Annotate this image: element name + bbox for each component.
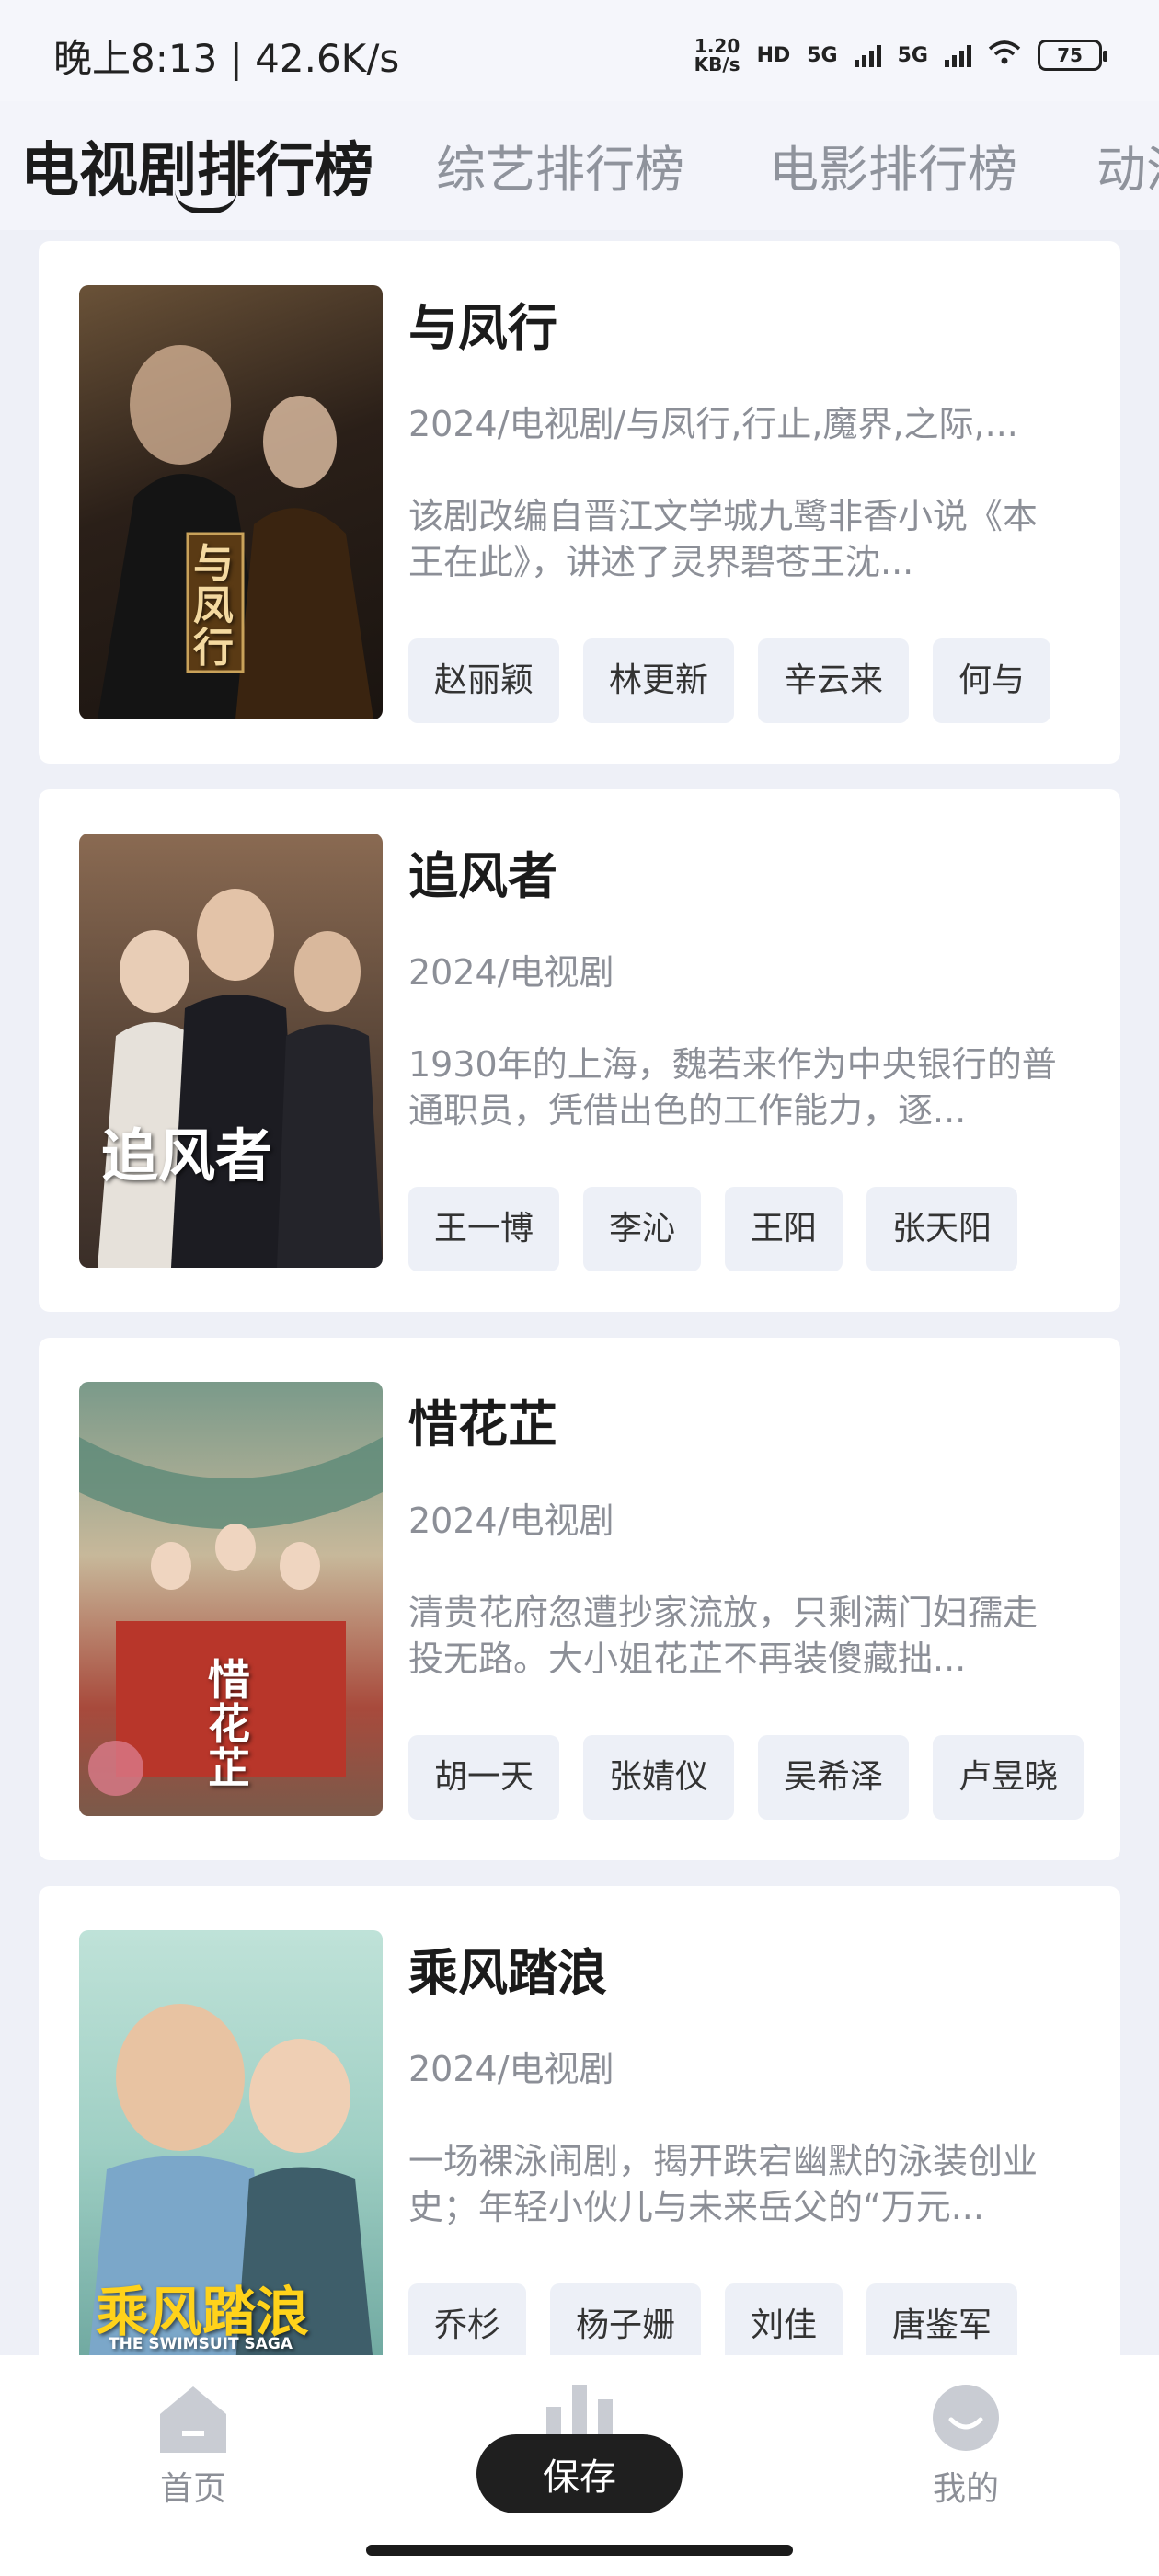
cast-tag[interactable]: 卢昱晓 <box>933 1735 1084 1820</box>
drama-description: 该剧改编自晋江文学城九鹭非香小说《本王在此》，讲述了灵界碧苍王沈... <box>408 496 1039 582</box>
hd-icon: HD <box>756 43 791 67</box>
network-speed: 1.20 KB/s <box>694 35 740 75</box>
signal-icon-2 <box>945 43 971 67</box>
drama-title: 与凤行 <box>408 299 557 357</box>
drama-meta: 2024/电视剧 <box>408 1501 614 1541</box>
nav-mine-label: 我的 <box>932 2470 999 2508</box>
nav-mine[interactable]: 我的 <box>874 2383 1058 2510</box>
cast-tag[interactable]: 王阳 <box>725 1187 843 1271</box>
cast-tag[interactable]: 何与 <box>933 638 1051 723</box>
nav-home-label: 首页 <box>159 2470 226 2508</box>
poster-image: 追风者 <box>79 834 383 1268</box>
cast-tag[interactable]: 辛云来 <box>758 638 910 723</box>
drama-card[interactable]: 乘风踏浪 THE SWIMSUIT SAGA 乘风踏浪 2024/电视剧 一场裸… <box>39 1886 1120 2409</box>
cast-tag-list: 胡一天 张婧仪 吴希泽 卢昱晓 <box>408 1735 1120 1822</box>
wifi-icon <box>988 40 1021 71</box>
bottom-navigation: 首页 保存 我的 <box>0 2355 1159 2576</box>
drama-description: 一场裸泳闹剧，揭开跌宕幽默的泳装创业史；年轻小伙儿与未来岳父的“万元... <box>408 2141 1039 2227</box>
poster-image: 乘风踏浪 THE SWIMSUIT SAGA <box>79 1930 383 2364</box>
cast-tag[interactable]: 林更新 <box>583 638 735 723</box>
battery-icon: 75 <box>1038 40 1107 71</box>
drama-title: 惜花芷 <box>408 1396 557 1454</box>
poster-image: 与凤行 <box>79 285 383 719</box>
poster-image: 惜花芷 <box>79 1382 383 1816</box>
active-tab-indicator <box>175 190 237 213</box>
cast-tag-list: 王一博 李沁 王阳 张天阳 <box>408 1187 1120 1273</box>
ranking-icon <box>546 2385 613 2440</box>
cast-tag[interactable]: 胡一天 <box>408 1735 560 1820</box>
poster-title-text: 与凤行 <box>193 540 234 672</box>
cast-tag[interactable]: 王一博 <box>408 1187 560 1271</box>
drama-meta: 2024/电视剧 <box>408 2049 614 2089</box>
network-type-2: 5G <box>897 43 928 67</box>
signal-icon <box>854 43 881 67</box>
status-bar: 晚上8:13 | 42.6K/s 1.20 KB/s HD 5G 5G 75 <box>0 0 1159 101</box>
drama-description: 1930年的上海，魏若来作为中央银行的普通职员，凭借出色的工作能力，逐... <box>408 1044 1057 1131</box>
cast-tag-list: 赵丽颖 林更新 辛云来 何与 <box>408 638 1120 725</box>
status-time: 晚上8:13 | 42.6K/s <box>53 36 400 81</box>
cast-tag[interactable]: 李沁 <box>583 1187 702 1271</box>
drama-card[interactable]: 与凤行 与凤行 2024/电视剧/与凤行,行止,魔界,之际,... 该剧改编自晋… <box>39 241 1120 764</box>
network-type-1: 5G <box>807 43 838 67</box>
tab-variety-ranking[interactable]: 综艺排行榜 <box>436 129 684 201</box>
drama-card[interactable]: 惜花芷 惜花芷 2024/电视剧 清贵花府忽遭抄家流放，只剩满门妇孺走投无路。大… <box>39 1338 1120 1860</box>
profile-icon <box>933 2385 999 2451</box>
home-icon <box>160 2386 226 2453</box>
drama-description: 清贵花府忽遭抄家流放，只剩满门妇孺走投无路。大小姐花芷不再装傻藏拙... <box>408 1593 1039 1679</box>
tab-anime-ranking[interactable]: 动漫 <box>1096 129 1159 201</box>
poster-title-text: 惜花芷 <box>208 1655 250 1793</box>
status-icons: 1.20 KB/s HD 5G 5G 75 <box>694 33 1107 77</box>
drama-card[interactable]: 追风者 追风者 2024/电视剧 1930年的上海，魏若来作为中央银行的普通职员… <box>39 789 1120 1312</box>
drama-title: 追风者 <box>408 847 557 905</box>
home-indicator-bar <box>366 2545 793 2556</box>
cast-tag[interactable]: 吴希泽 <box>758 1735 910 1820</box>
cast-tag[interactable]: 张婧仪 <box>583 1735 735 1820</box>
cast-tag[interactable]: 赵丽颖 <box>408 638 560 723</box>
drama-meta: 2024/电视剧 <box>408 952 614 993</box>
drama-meta: 2024/电视剧/与凤行,行止,魔界,之际,... <box>408 404 1018 444</box>
category-tab-bar: 电视剧排行榜 综艺排行榜 电影排行榜 动漫 <box>0 101 1159 230</box>
drama-title: 乘风踏浪 <box>408 1944 607 2002</box>
nav-home[interactable]: 首页 <box>101 2383 285 2510</box>
poster-subtitle-text: THE SWIMSUIT SAGA <box>109 2335 293 2353</box>
poster-title-text: 追风者 <box>101 1122 273 1190</box>
save-button[interactable]: 保存 <box>476 2434 683 2513</box>
tab-movie-ranking[interactable]: 电影排行榜 <box>769 129 1017 201</box>
cast-tag[interactable]: 张天阳 <box>866 1187 1018 1271</box>
